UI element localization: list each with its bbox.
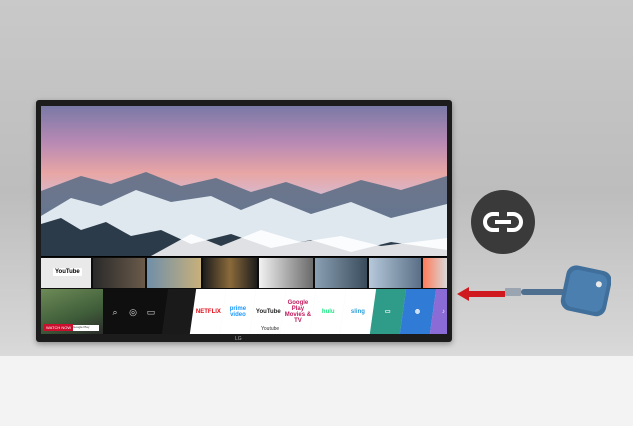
link-icon <box>471 190 535 254</box>
featured-banner[interactable]: WATCH NOW Google Play <box>41 289 103 334</box>
thumb-5[interactable] <box>315 258 367 288</box>
tv-screen: YouTube WATCH NOW Google Play ⌕ ◎ ▭ ⟲ <box>41 106 447 334</box>
thumb-2[interactable] <box>147 258 201 288</box>
youtube-thumb[interactable]: YouTube <box>41 258 91 288</box>
wallpaper-mountains <box>41 106 447 256</box>
content-row: YouTube <box>41 257 447 289</box>
profile-icon[interactable]: ◎ <box>127 306 139 318</box>
launcher-bar: WATCH NOW Google Play ⌕ ◎ ▭ ⟲ NETFLIX pr… <box>41 289 447 334</box>
tv-frame: YouTube WATCH NOW Google Play ⌕ ◎ ▭ ⟲ <box>36 100 452 342</box>
launcher-focus-label: Youtube <box>261 326 280 332</box>
thumb-7[interactable] <box>423 258 447 288</box>
search-icon[interactable]: ⌕ <box>109 306 121 318</box>
watch-now-button[interactable]: WATCH NOW <box>44 324 74 331</box>
thumb-4[interactable] <box>259 258 313 288</box>
product-scene: YouTube WATCH NOW Google Play ⌕ ◎ ▭ ⟲ <box>0 0 633 426</box>
thumb-6[interactable] <box>369 258 421 288</box>
thumb-1[interactable] <box>93 258 145 288</box>
usb-dongle-icon <box>505 265 611 317</box>
google-play-badge: Google Play <box>73 325 99 331</box>
input-icon[interactable]: ▭ <box>145 306 157 318</box>
brand-logo: LG <box>235 336 242 342</box>
youtube-chip: YouTube <box>53 268 82 276</box>
thumb-3[interactable] <box>203 258 257 288</box>
arrow-left-icon <box>457 287 505 301</box>
